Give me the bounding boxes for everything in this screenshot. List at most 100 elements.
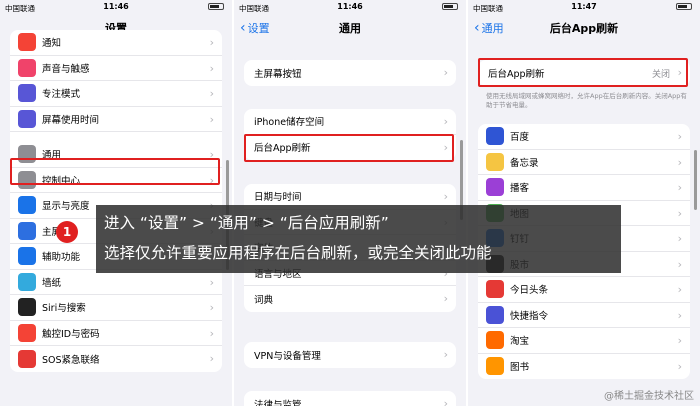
battery-icon [208,3,224,10]
list-item-label: iPhone储存空间 [254,117,325,129]
chevron-right-icon: › [209,352,214,365]
group-legal: 法律与监管 › [244,391,456,406]
general-screen: 中国联通 11:46 ‹ 设置 通用 主屏幕按钮 › iPhone储存空间 › 后台Ap… [234,0,466,406]
chevron-right-icon: › [443,292,448,305]
list-item[interactable]: 屏幕使用时间 › [10,107,222,132]
highlight-background-refresh [244,134,454,162]
list-item-label: 词典 [254,294,274,306]
settings-list: 通知›声音与触感›专注模式›屏幕使用时间›通用›控制中心›显示与亮度›主屏幕›辅… [10,30,222,372]
nav-bar: ‹ 设置 通用 [234,14,466,40]
list-item-label: 声音与触感 [42,63,90,75]
list-item[interactable]: iPhone储存空间 › [244,109,456,135]
hourglass-icon [18,109,36,128]
chevron-right-icon: › [677,181,682,194]
fingerprint-icon [18,323,36,342]
chevron-right-icon: › [677,334,682,347]
instruction-line-2: 选择仅允许重要应用程序在后台刷新，或完全关闭此功能 [104,244,492,262]
list-item-label: 触控ID与密码 [42,328,100,340]
chevron-right-icon: › [209,112,214,126]
speaker-icon [18,58,36,77]
chevron-right-icon: › [209,61,214,75]
scrollbar[interactable] [694,150,697,210]
list-item-label: 显示与亮度 [42,201,90,213]
chevron-right-icon: › [677,232,682,245]
list-item-label: 图书 [510,362,530,374]
list-item-label: 法律与监管 [254,399,302,406]
sos-icon [18,349,36,368]
clock: 11:47 [571,2,597,11]
chevron-right-icon: › [443,115,448,128]
watermark: @稀土掘金技术社区 [604,391,694,402]
accessibility-icon [18,247,36,266]
list-item-label: SOS紧急联络 [42,354,100,366]
clock: 11:46 [337,2,363,11]
toutiao-icon [486,280,504,299]
list-item-label: 辅助功能 [42,252,81,264]
chevron-right-icon: › [209,36,214,49]
status-bar: 中国联通 11:47 [468,0,700,14]
list-item-label: 备忘录 [510,157,539,169]
chevron-right-icon: › [443,190,448,203]
group-vpn: VPN与设备管理 › [244,342,456,368]
list-item[interactable]: VPN与设备管理 › [244,342,456,368]
chevron-right-icon: › [443,348,448,361]
list-item-label: 快捷指令 [510,310,549,322]
list-item-label: 百度 [510,132,530,144]
nav-bar: ‹ 通用 后台App刷新 [468,14,700,40]
instruction-line-1: 进入 “设置” > “通用” > “后台应用刷新” [104,214,389,232]
bell-icon [18,33,36,52]
chevron-right-icon: › [677,257,682,271]
list-item[interactable]: 图书 › [478,354,690,380]
highlight-refresh-setting [478,58,688,87]
highlight-general [10,158,220,185]
list-item[interactable]: 声音与触感 › [10,56,222,81]
list-item[interactable]: 百度 › [478,124,690,150]
list-item-label: 淘宝 [510,336,530,348]
battery-icon [676,3,692,10]
siri-icon [18,298,36,317]
chevron-right-icon: › [677,130,682,143]
list-item[interactable]: 今日头条 › [478,277,690,303]
list-item[interactable]: 通知 › [10,30,222,56]
list-item-label: VPN与设备管理 [254,350,321,362]
books-icon [486,357,504,376]
flower-icon [18,272,36,291]
list-item-label: 屏幕使用时间 [42,114,100,126]
setting-description: 使用无线局域网或蜂窝网络时，允许App在后台刷新内容。关闭App有助于节省电量。 [486,92,687,109]
status-bar: 中国联通 11:46 [0,0,232,14]
list-item-label: 日期与时间 [254,192,302,204]
list-item[interactable]: 淘宝 › [478,328,690,354]
notes-icon [486,152,504,171]
list-item[interactable]: 墙纸 › [10,270,222,295]
list-item[interactable]: SOS紧急联络 › [10,346,222,372]
text-size-icon [18,196,36,215]
list-item[interactable]: 主屏幕按钮 › [244,60,456,86]
list-item[interactable]: 备忘录 › [478,150,690,175]
list-item-label: 专注模式 [42,89,81,101]
list-item-label: 今日头条 [510,285,549,297]
baidu-paw-icon [486,127,504,146]
chevron-right-icon: › [677,308,682,322]
list-item[interactable]: 法律与监管 › [244,391,456,406]
list-item[interactable]: 播客 › [478,175,690,201]
list-item[interactable]: 专注模式 › [10,81,222,107]
list-item-label: 通知 [42,38,62,50]
settings-screen: 中国联通 11:46 设置 通知 › 声音与触感 › 专注模式 › 屏幕使用时间 › 通用 › 控制… [0,0,232,406]
list-item[interactable]: Siri与搜索 › [10,295,222,321]
home-grid-icon [18,221,36,240]
shortcuts-icon [486,305,504,324]
chevron-right-icon: › [209,326,214,340]
list-item[interactable]: 快捷指令 › [478,303,690,328]
list-item-label: 主屏幕按钮 [254,68,302,80]
instruction-overlay: 进入 “设置” > “通用” > “后台应用刷新” 选择仅允许重要应用程序在后台… [96,205,621,273]
podcast-icon [486,178,504,197]
step-badge: 1 [56,221,78,243]
page-title: 通用 [339,22,361,35]
list-item[interactable]: 词典 › [244,286,456,312]
list-item-label: Siri与搜索 [42,303,86,315]
chevron-right-icon: › [443,66,448,79]
moon-icon [18,84,36,103]
list-item[interactable]: 触控ID与密码 › [10,321,222,346]
list-item-label: 墙纸 [42,277,62,289]
group-home-button: 主屏幕按钮 › [244,60,456,86]
